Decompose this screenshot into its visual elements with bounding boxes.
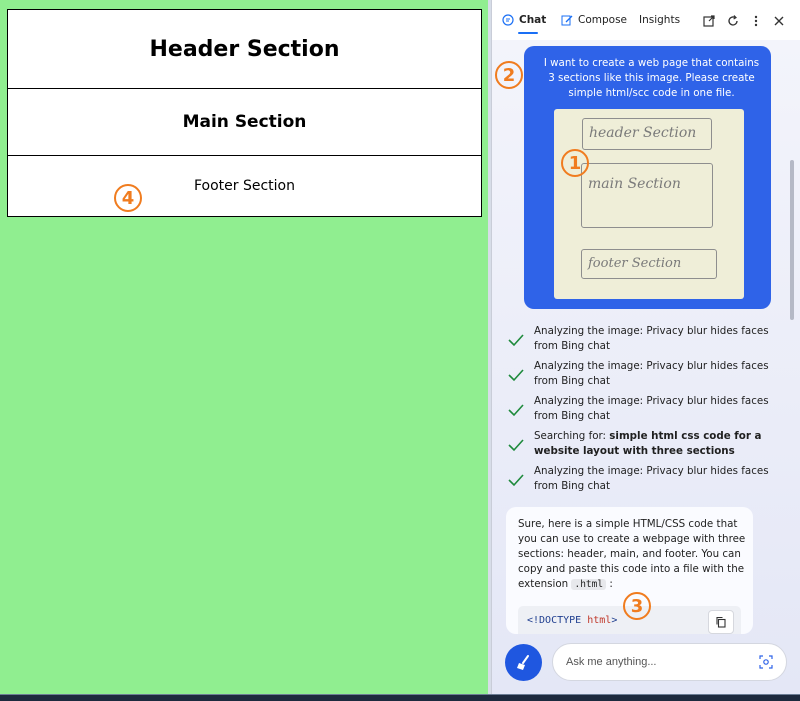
sketch-footer-box: footer Section [581, 249, 717, 279]
page-preview: Header Section Main Section Footer Secti… [0, 0, 488, 694]
annotation-badge-1: 1 [561, 149, 589, 177]
sketch-header-box: header Section [582, 118, 712, 150]
checkmark-icon [508, 334, 524, 347]
tab-chat-label: Chat [519, 14, 547, 26]
preview-footer-section: Footer Section [7, 155, 482, 217]
tab-compose[interactable]: Compose [561, 14, 627, 26]
user-message-bubble: I want to create a web page that contain… [524, 46, 771, 309]
scrollbar-thumb[interactable] [790, 160, 794, 320]
active-tab-indicator [518, 32, 538, 34]
tab-insights[interactable]: Insights [639, 14, 680, 26]
progress-step: Analyzing the image: Privacy blur hides … [506, 464, 776, 494]
preview-main-section: Main Section [7, 88, 482, 156]
code-line: <!DOCTYPE html> [527, 615, 617, 626]
sidebar-tabbar: Chat Compose Insights [492, 0, 800, 40]
compose-icon [561, 15, 573, 26]
attached-sketch-image[interactable]: header Section main Section footer Secti… [554, 109, 744, 299]
copy-code-button[interactable] [708, 610, 734, 634]
visual-search-icon[interactable] [759, 655, 773, 669]
search-prefix: Searching for: [534, 430, 610, 442]
chat-icon [502, 14, 514, 26]
chat-sidebar: Chat Compose Insights I want to create a… [491, 0, 800, 694]
close-icon[interactable] [772, 14, 786, 28]
bot-message-text: Sure, here is a simple HTML/CSS code tha… [518, 517, 746, 592]
progress-step-text: Analyzing the image: Privacy blur hides … [534, 465, 769, 492]
tab-chat[interactable]: Chat [502, 14, 546, 26]
copy-icon [716, 616, 726, 628]
progress-step-text: Searching for: simple html css code for … [534, 429, 776, 459]
checkmark-icon [508, 404, 524, 417]
annotation-badge-4: 4 [114, 184, 142, 212]
annotation-badge-3: 3 [623, 592, 651, 620]
preview-header-section: Header Section [7, 9, 482, 89]
open-in-new-icon[interactable] [702, 14, 716, 28]
sketch-main-box: main Section [581, 163, 713, 228]
code-doctype: <!DOCTYPE [527, 615, 582, 626]
progress-step-text: Analyzing the image: Privacy blur hides … [534, 395, 769, 422]
progress-step: Analyzing the image: Privacy blur hides … [506, 359, 776, 389]
taskbar [0, 694, 800, 701]
code-close: > [611, 615, 618, 626]
broom-icon [516, 654, 529, 670]
progress-step: Analyzing the image: Privacy blur hides … [506, 394, 776, 424]
bot-message-colon: : [609, 578, 613, 590]
checkmark-icon [508, 439, 524, 452]
annotation-badge-2: 2 [495, 61, 523, 89]
user-message-text: I want to create a web page that contain… [543, 57, 760, 99]
tab-insights-label: Insights [639, 14, 681, 26]
new-topic-button[interactable] [505, 644, 542, 681]
progress-step: Analyzing the image: Privacy blur hides … [506, 324, 776, 354]
progress-step-text: Analyzing the image: Privacy blur hides … [534, 325, 769, 352]
code-keyword: html [587, 615, 612, 626]
checkmark-icon [508, 369, 524, 382]
more-options-icon[interactable] [749, 14, 763, 28]
bot-message-body: Sure, here is a simple HTML/CSS code tha… [518, 518, 746, 590]
tab-compose-label: Compose [578, 14, 628, 26]
progress-step: Searching for: simple html css code for … [506, 429, 776, 459]
inline-code: .html [571, 579, 607, 590]
progress-step-text: Analyzing the image: Privacy blur hides … [534, 360, 769, 387]
ask-input[interactable] [552, 643, 787, 681]
checkmark-icon [508, 474, 524, 487]
refresh-icon[interactable] [726, 14, 740, 28]
